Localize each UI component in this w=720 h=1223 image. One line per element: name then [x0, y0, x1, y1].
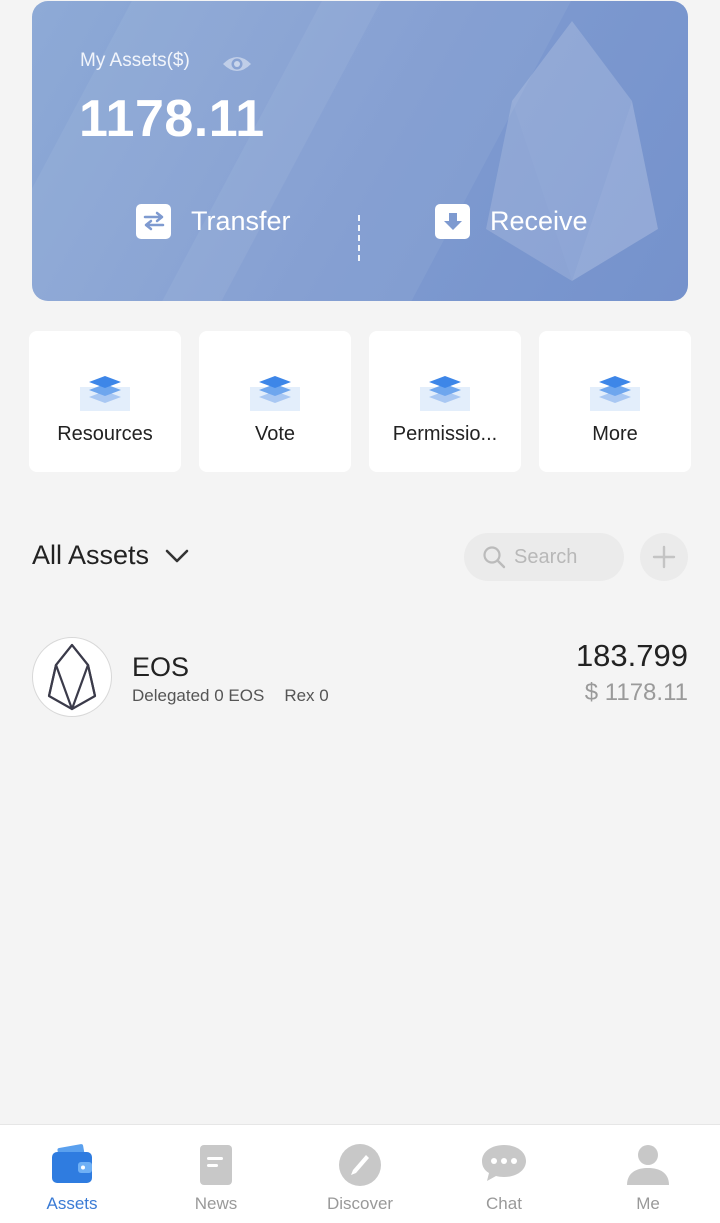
- layers-icon: [420, 376, 470, 411]
- wallet-icon: [52, 1144, 92, 1183]
- eos-watermark-icon: [486, 21, 658, 281]
- tile-label: Vote: [254, 423, 296, 445]
- chat-icon: [482, 1145, 526, 1181]
- tile-more[interactable]: More: [539, 331, 691, 472]
- eye-icon[interactable]: [221, 53, 253, 75]
- nav-label: Assets: [46, 1194, 98, 1213]
- tile-permissions[interactable]: Permissio...: [369, 331, 521, 472]
- layers-icon: [250, 376, 300, 411]
- assets-label: My Assets($): [80, 50, 190, 71]
- card-divider: [358, 215, 360, 261]
- assets-total: 1178.11: [79, 90, 265, 148]
- person-icon: [627, 1145, 669, 1185]
- nav-label: News: [194, 1194, 238, 1213]
- nav-news[interactable]: News: [144, 1125, 288, 1223]
- tile-resources[interactable]: Resources: [29, 331, 181, 472]
- bottom-nav: Assets News Discover Chat Me: [0, 1124, 720, 1223]
- search-input[interactable]: [514, 545, 614, 569]
- add-asset-button[interactable]: [640, 533, 688, 581]
- eos-logo-icon: [32, 637, 112, 717]
- asset-card: My Assets($) 1178.11 Transfer Receive: [32, 1, 688, 301]
- tile-label: Permissio...: [392, 423, 498, 445]
- tile-label: More: [592, 423, 638, 445]
- nav-discover[interactable]: Discover: [288, 1125, 432, 1223]
- token-value: $ 1178.11: [584, 679, 688, 706]
- nav-label: Me: [636, 1194, 660, 1213]
- transfer-icon: [136, 203, 171, 239]
- chevron-down-icon: [165, 549, 189, 562]
- token-rex: Rex 0: [284, 686, 329, 705]
- token-amount: 183.799: [575, 638, 688, 673]
- tile-vote[interactable]: Vote: [199, 331, 351, 472]
- nav-chat[interactable]: Chat: [432, 1125, 576, 1223]
- nav-label: Chat: [486, 1194, 522, 1213]
- transfer-button[interactable]: Transfer: [136, 201, 291, 241]
- layers-icon: [590, 376, 640, 411]
- search-icon: [483, 546, 506, 569]
- nav-assets[interactable]: Assets: [0, 1125, 144, 1223]
- receive-button[interactable]: Receive: [435, 201, 588, 241]
- layers-icon: [80, 376, 130, 411]
- token-delegated: Delegated 0 EOS: [132, 686, 265, 705]
- transfer-label: Transfer: [191, 205, 291, 236]
- nav-me[interactable]: Me: [576, 1125, 720, 1223]
- all-assets-dropdown[interactable]: All Assets: [32, 540, 189, 571]
- receive-icon: [435, 203, 470, 239]
- plus-icon: [652, 545, 676, 569]
- compass-icon: [339, 1144, 381, 1186]
- token-symbol: EOS: [132, 652, 190, 682]
- token-row-eos[interactable]: EOS Delegated 0 EOS Rex 0 183.799 $ 1178.…: [0, 630, 720, 726]
- token-details: Delegated 0 EOS Rex 0: [132, 686, 329, 706]
- all-assets-title: All Assets: [32, 540, 150, 570]
- tile-label: Resources: [57, 423, 153, 445]
- document-icon: [200, 1145, 232, 1185]
- search-box[interactable]: [464, 533, 624, 581]
- receive-label: Receive: [490, 205, 588, 236]
- nav-label: Discover: [326, 1194, 394, 1213]
